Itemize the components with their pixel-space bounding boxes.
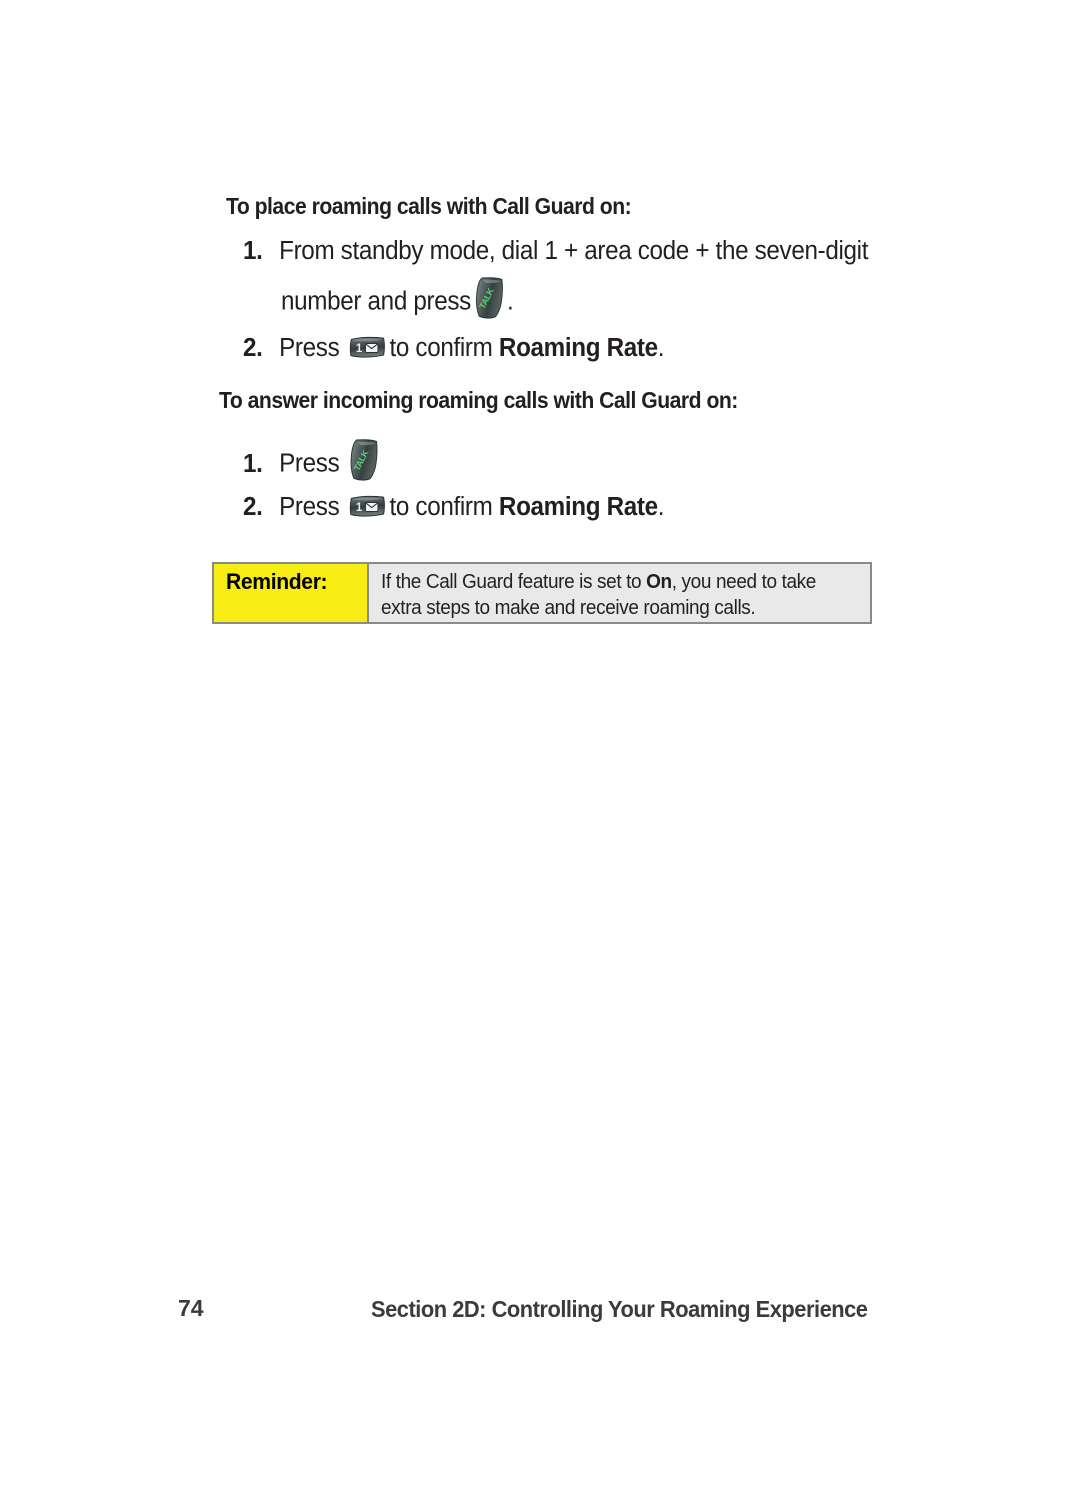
section-heading-place-roaming-calls: To place roaming calls with Call Guard o… [226, 193, 632, 219]
step-text-middle: to confirm [389, 493, 499, 521]
step-text-lead: Press [279, 493, 340, 521]
step-item: 2. Press 1 to confirm Roaming Rate. [243, 493, 665, 522]
step-text: From standby mode, dial 1 + area code + … [279, 237, 869, 265]
step-number: 1. [243, 237, 263, 265]
step-number: 2. [243, 493, 263, 521]
page-number: 74 [178, 1295, 204, 1321]
reminder-line1-after: , you need to take [671, 571, 817, 593]
talk-key-icon: TALK [348, 438, 380, 482]
step-text-continued: number and press [281, 287, 471, 316]
reminder-line1-before: If the Call Guard feature is set to [381, 571, 647, 593]
step-text: Press 1 to confirm Roaming Rate. [279, 334, 664, 363]
step-text-lead: Press [279, 449, 340, 478]
step-text-trailing: . [507, 287, 514, 316]
step-item: 2. Press 1 to confirm Roaming Rate. [243, 334, 665, 363]
step-text: Press TALK [279, 439, 382, 487]
reminder-label: Reminder: [226, 569, 328, 594]
footer-section-title: Section 2D: Controlling Your Roaming Exp… [371, 1296, 868, 1322]
talk-key-icon: TALK [473, 276, 505, 320]
reminder-label-cell: Reminder: [214, 564, 369, 622]
step-number: 2. [243, 334, 263, 362]
one-message-key-icon: 1 [349, 494, 387, 519]
step-number: 1. [243, 449, 263, 478]
reminder-line1-bold: On [646, 571, 672, 593]
step-item: 1. Press TALK [243, 439, 382, 487]
reminder-line-2: extra steps to make and receive roaming … [381, 597, 756, 619]
one-message-key-icon: 1 [349, 335, 387, 360]
step-text: Press 1 to confirm Roaming Rate. [279, 493, 664, 522]
step-continuation: number and press TALK . [281, 277, 514, 325]
step-text-bold: Roaming Rate [498, 334, 658, 362]
step-text-after: . [657, 493, 665, 521]
step-text-bold: Roaming Rate [498, 493, 658, 521]
step-text-after: . [657, 334, 665, 362]
reminder-callout: Reminder: If the Call Guard feature is s… [212, 562, 872, 624]
manual-page: To place roaming calls with Call Guard o… [0, 0, 1080, 1496]
svg-text:1: 1 [356, 501, 363, 514]
section-heading-answer-roaming-calls: To answer incoming roaming calls with Ca… [219, 387, 738, 413]
step-item: 1. From standby mode, dial 1 + area code… [243, 237, 868, 266]
step-text-lead: Press [279, 334, 340, 362]
reminder-line-1: If the Call Guard feature is set to On, … [381, 569, 836, 595]
step-text-middle: to confirm [389, 334, 499, 362]
reminder-body-cell: If the Call Guard feature is set to On, … [369, 564, 870, 622]
svg-text:1: 1 [356, 342, 363, 355]
